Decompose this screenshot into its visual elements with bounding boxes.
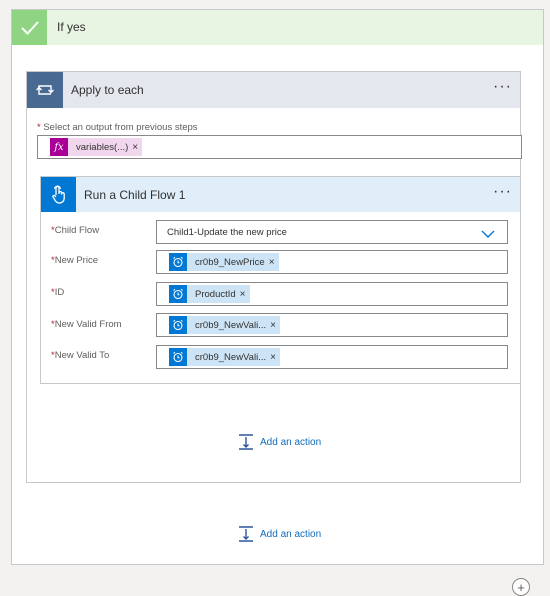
fx-icon: fx: [50, 138, 68, 156]
expression-token-label: variables(...): [76, 141, 129, 153]
flow-canvas: If yes Apply to each ··· * Select an out…: [0, 0, 550, 596]
apply-to-each-title: Apply to each: [71, 83, 144, 97]
dynamic-content-token[interactable]: cr0b9_NewVali... ×: [169, 316, 280, 334]
alarm-clock-icon: [169, 253, 187, 271]
add-action-label: Add an action: [260, 528, 322, 540]
remove-token-icon[interactable]: ×: [240, 289, 250, 300]
dynamic-token-label: cr0b9_NewVali...: [195, 351, 267, 363]
dynamic-content-token[interactable]: ProductId ×: [169, 285, 250, 303]
id-label: *ID: [51, 287, 65, 298]
child-flow-dropdown[interactable]: Child1-Update the new price: [156, 220, 508, 244]
id-input[interactable]: ProductId ×: [156, 282, 508, 306]
child-flow-label: *Child Flow: [51, 225, 100, 236]
required-marker: *: [37, 122, 41, 133]
chevron-down-icon: [481, 226, 495, 244]
insert-step-plus-icon[interactable]: +: [512, 578, 530, 596]
alarm-clock-icon: [169, 316, 187, 334]
dynamic-token-label: cr0b9_NewPrice: [195, 256, 265, 268]
dynamic-content-token[interactable]: cr0b9_NewPrice ×: [169, 253, 279, 271]
apply-to-each-card: Apply to each ··· * Select an output fro…: [26, 71, 522, 483]
if-yes-branch: If yes Apply to each ··· * Select an out…: [11, 9, 544, 565]
loop-icon: [27, 72, 63, 108]
select-output-input[interactable]: fx variables(...) ×: [37, 135, 522, 159]
select-output-label: * Select an output from previous steps: [37, 122, 198, 133]
alarm-clock-icon: [169, 348, 187, 366]
add-action-button-loop[interactable]: Add an action: [238, 434, 321, 450]
if-yes-title: If yes: [57, 20, 86, 34]
remove-token-icon[interactable]: ×: [270, 320, 280, 331]
checkmark-icon: [12, 10, 47, 45]
child-flow-dropdown-value: Child1-Update the new price: [167, 227, 287, 238]
touch-hand-icon: [41, 177, 76, 212]
new-valid-from-label: *New Valid From: [51, 319, 122, 330]
child-flow-more-menu-icon[interactable]: ···: [493, 184, 512, 200]
alarm-clock-icon: [169, 285, 187, 303]
add-action-icon: [239, 526, 253, 542]
apply-more-menu-icon[interactable]: ···: [493, 79, 512, 95]
remove-token-icon[interactable]: ×: [270, 352, 280, 363]
if-yes-header[interactable]: If yes: [12, 10, 543, 45]
add-action-label: Add an action: [260, 436, 322, 448]
add-action-button-branch[interactable]: Add an action: [238, 526, 321, 542]
new-valid-to-input[interactable]: cr0b9_NewVali... ×: [156, 345, 508, 369]
run-child-flow-card: Run a Child Flow 1 ··· *Child Flow Child…: [40, 176, 521, 384]
expression-token[interactable]: fx variables(...) ×: [50, 138, 143, 156]
run-child-flow-header[interactable]: Run a Child Flow 1 ···: [41, 177, 520, 212]
apply-to-each-header[interactable]: Apply to each ···: [27, 72, 520, 108]
new-price-input[interactable]: cr0b9_NewPrice ×: [156, 250, 508, 274]
remove-token-icon[interactable]: ×: [269, 257, 279, 268]
dynamic-token-label: cr0b9_NewVali...: [195, 319, 267, 331]
new-valid-to-label: *New Valid To: [51, 350, 110, 361]
dynamic-token-label: ProductId: [195, 288, 236, 300]
add-action-icon: [239, 434, 253, 450]
new-valid-from-input[interactable]: cr0b9_NewVali... ×: [156, 313, 508, 337]
select-output-label-text: Select an output from previous steps: [43, 122, 198, 133]
dynamic-content-token[interactable]: cr0b9_NewVali... ×: [169, 348, 280, 366]
remove-token-icon[interactable]: ×: [132, 142, 142, 153]
new-price-label: *New Price: [51, 255, 98, 266]
run-child-flow-title: Run a Child Flow 1: [84, 188, 186, 202]
